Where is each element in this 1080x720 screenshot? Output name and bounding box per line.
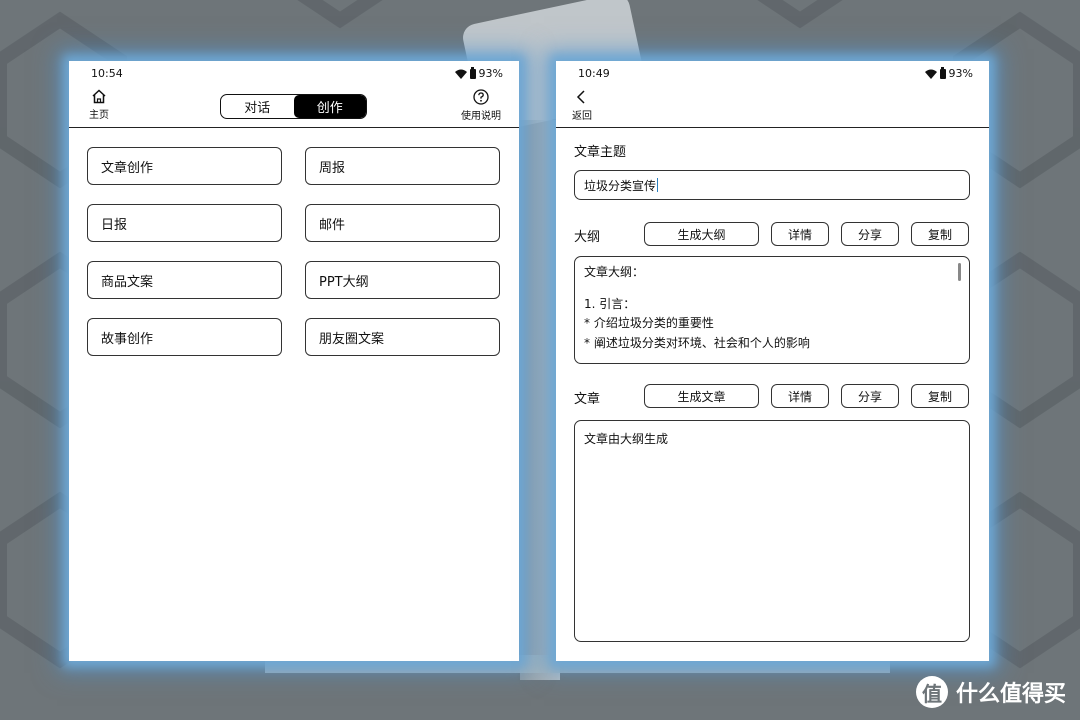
article-share-button[interactable]: 分享 <box>841 384 899 408</box>
watermark-logo-icon: 值 <box>915 676 948 708</box>
outline-line-3: * 阐述垃圾分类对环境、社会和个人的影响 <box>584 335 810 350</box>
battery-icon <box>469 66 476 79</box>
back-button[interactable]: 返回 <box>572 89 592 122</box>
outline-share-button[interactable]: 分享 <box>841 222 899 246</box>
watermark-text: 什么值得买 <box>955 682 1066 707</box>
status-time: 10:49 <box>578 67 610 80</box>
item-product-copy[interactable]: 商品文案 <box>87 261 282 299</box>
battery-percent: 93% <box>478 67 503 80</box>
watermark: 值 什么值得买 <box>915 676 1066 708</box>
top-bar: 主页 对话 创作 使用说明 <box>69 85 519 128</box>
outline-line-1: 1. 引言： <box>584 296 636 311</box>
left-screen: 10:54 93% 主页 对话 创作 使用说明 文章创作 周报 日报 邮件 商品… <box>69 61 519 661</box>
status-bar: 10:49 93% <box>556 66 989 83</box>
home-button[interactable]: 主页 <box>89 89 109 121</box>
item-moments-copy[interactable]: 朋友圈文案 <box>305 318 500 356</box>
right-screen: 10:49 93% 返回 文章主题 垃圾分类宣传 大纲 生成大纲 详情 分享 复… <box>556 61 989 661</box>
help-label: 使用说明 <box>461 111 501 122</box>
article-copy-button[interactable]: 复制 <box>911 384 969 408</box>
outline-line-2: * 介绍垃圾分类的重要性 <box>584 316 714 330</box>
topic-label: 文章主题 <box>574 145 627 160</box>
article-label: 文章 <box>574 392 601 407</box>
wifi-icon <box>924 69 937 79</box>
battery-icon <box>939 66 946 79</box>
generate-article-button[interactable]: 生成文章 <box>644 384 759 408</box>
outline-scrollbar[interactable] <box>958 263 961 281</box>
tab-create[interactable]: 创作 <box>293 95 366 118</box>
status-time: 10:54 <box>91 67 123 80</box>
question-icon <box>473 89 489 105</box>
text-caret <box>657 178 659 192</box>
article-textarea[interactable]: 文章由大纲生成 <box>574 420 970 642</box>
article-details-button[interactable]: 详情 <box>771 384 829 408</box>
battery-percent: 93% <box>948 67 973 80</box>
topic-value: 垃圾分类宣传 <box>584 178 657 193</box>
home-icon <box>92 89 106 104</box>
item-article[interactable]: 文章创作 <box>87 147 282 185</box>
home-label: 主页 <box>89 110 109 121</box>
top-bar: 返回 <box>556 85 989 128</box>
mode-tabs: 对话 创作 <box>220 94 367 119</box>
article-content: 文章由大纲生成 <box>584 432 669 446</box>
wifi-icon <box>454 69 467 79</box>
item-weekly[interactable]: 周报 <box>305 147 500 185</box>
topic-input[interactable]: 垃圾分类宣传 <box>574 170 970 200</box>
status-right: 93% <box>454 66 503 80</box>
status-right: 93% <box>924 66 973 80</box>
outline-textarea[interactable]: 文章大纲： 1. 引言： * 介绍垃圾分类的重要性 * 阐述垃圾分类对环境、社会… <box>574 256 970 364</box>
outline-details-button[interactable]: 详情 <box>771 222 829 246</box>
tab-dialog[interactable]: 对话 <box>221 95 294 118</box>
outline-heading: 文章大纲： <box>584 265 645 279</box>
chevron-left-icon <box>576 90 585 104</box>
item-daily[interactable]: 日报 <box>87 204 282 242</box>
back-label: 返回 <box>572 111 592 122</box>
generate-outline-button[interactable]: 生成大纲 <box>644 222 759 246</box>
outline-copy-button[interactable]: 复制 <box>911 222 969 246</box>
help-button[interactable]: 使用说明 <box>461 89 501 122</box>
item-story[interactable]: 故事创作 <box>87 318 282 356</box>
item-email[interactable]: 邮件 <box>305 204 500 242</box>
status-bar: 10:54 93% <box>69 66 519 83</box>
tablet-edge-decoration <box>520 120 560 680</box>
outline-label: 大纲 <box>574 230 601 245</box>
item-ppt-outline[interactable]: PPT大纲 <box>305 261 500 299</box>
